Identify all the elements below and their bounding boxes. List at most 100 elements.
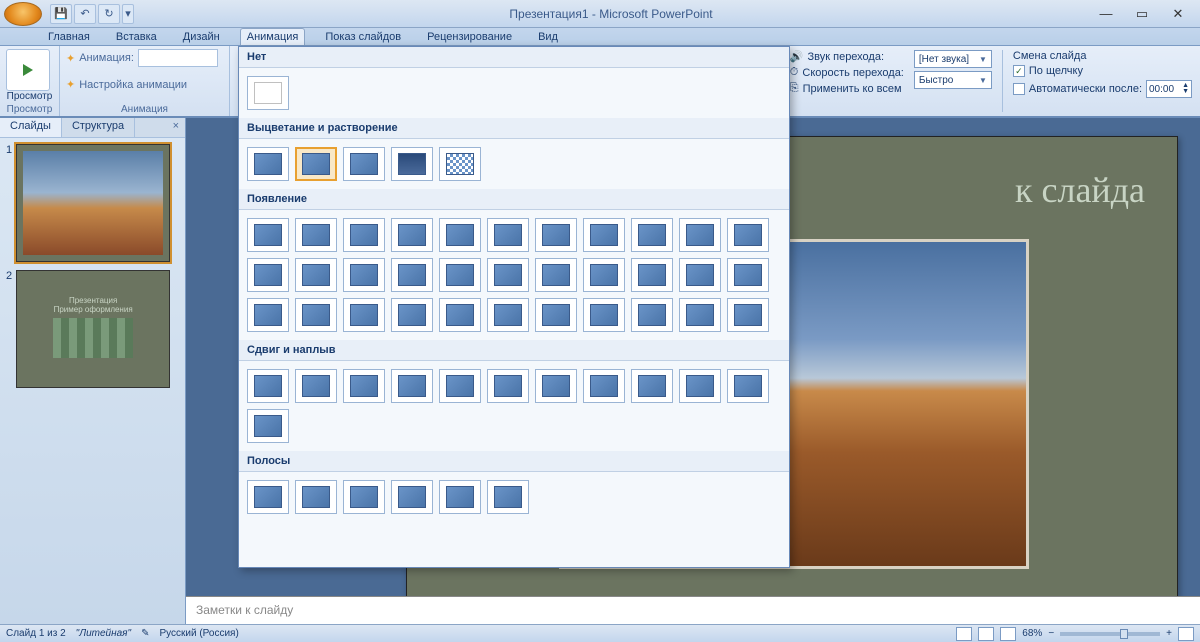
transition-item[interactable] bbox=[247, 258, 289, 292]
transition-item[interactable] bbox=[343, 369, 385, 403]
office-button[interactable] bbox=[4, 2, 42, 26]
sound-dropdown[interactable]: [Нет звука]▼ bbox=[914, 50, 992, 68]
zoom-slider[interactable] bbox=[1060, 632, 1160, 636]
transition-item[interactable] bbox=[727, 218, 769, 252]
status-language[interactable]: Русский (Россия) bbox=[159, 628, 238, 639]
pane-close-icon[interactable]: × bbox=[167, 118, 185, 137]
minimize-button[interactable]: — bbox=[1088, 3, 1124, 25]
transition-item[interactable] bbox=[631, 298, 673, 332]
transition-item[interactable] bbox=[391, 147, 433, 181]
close-button[interactable]: ✕ bbox=[1160, 3, 1196, 25]
transition-gallery-dropdown[interactable]: Нет Выцветание и растворение Появление С… bbox=[238, 46, 790, 568]
transition-item[interactable] bbox=[295, 369, 337, 403]
transition-item[interactable] bbox=[343, 218, 385, 252]
tab-animation[interactable]: Анимация bbox=[240, 28, 306, 45]
tab-home[interactable]: Главная bbox=[42, 29, 96, 45]
view-slideshow-button[interactable] bbox=[1000, 627, 1016, 641]
outline-tab[interactable]: Структура bbox=[62, 118, 135, 137]
slide-title-placeholder[interactable]: к слайда bbox=[1015, 169, 1145, 211]
speed-dropdown[interactable]: Быстро▼ bbox=[914, 71, 992, 89]
transition-item[interactable] bbox=[391, 480, 433, 514]
zoom-in-button[interactable]: + bbox=[1166, 628, 1172, 639]
transition-item[interactable] bbox=[439, 369, 481, 403]
transition-item[interactable] bbox=[583, 258, 625, 292]
transition-item[interactable] bbox=[679, 258, 721, 292]
transition-item[interactable] bbox=[439, 218, 481, 252]
transition-item[interactable] bbox=[487, 258, 529, 292]
transition-item[interactable] bbox=[439, 298, 481, 332]
transition-item[interactable] bbox=[439, 147, 481, 181]
transition-item[interactable] bbox=[247, 298, 289, 332]
transition-item[interactable] bbox=[583, 298, 625, 332]
transition-item[interactable] bbox=[535, 258, 577, 292]
transition-item[interactable] bbox=[439, 480, 481, 514]
preview-button[interactable] bbox=[6, 49, 50, 91]
transition-item[interactable] bbox=[487, 369, 529, 403]
maximize-button[interactable]: ▭ bbox=[1124, 3, 1160, 25]
transition-item[interactable] bbox=[631, 258, 673, 292]
transition-item[interactable] bbox=[583, 218, 625, 252]
transition-item[interactable] bbox=[343, 258, 385, 292]
transition-item[interactable] bbox=[247, 147, 289, 181]
auto-time-spinner[interactable]: 00:00▲▼ bbox=[1146, 80, 1192, 98]
transition-item[interactable] bbox=[727, 298, 769, 332]
slides-tab[interactable]: Слайды bbox=[0, 118, 62, 137]
transition-item[interactable] bbox=[391, 218, 433, 252]
apply-all-button[interactable]: ⎘Применить ко всем bbox=[790, 82, 904, 95]
undo-icon[interactable]: ↶ bbox=[74, 4, 96, 24]
transition-item[interactable] bbox=[247, 369, 289, 403]
slide-thumbnail-2[interactable]: 2 Презентация Пример оформления bbox=[6, 270, 179, 388]
tab-view[interactable]: Вид bbox=[532, 29, 564, 45]
transition-item[interactable] bbox=[535, 369, 577, 403]
transition-item[interactable] bbox=[679, 298, 721, 332]
qat-customize-icon[interactable]: ▾ bbox=[122, 4, 134, 24]
transition-item[interactable] bbox=[391, 258, 433, 292]
transition-item[interactable] bbox=[439, 258, 481, 292]
transition-item[interactable] bbox=[535, 218, 577, 252]
transition-item[interactable] bbox=[391, 298, 433, 332]
transition-item[interactable] bbox=[295, 298, 337, 332]
slide-thumbnail-1[interactable]: 1 bbox=[6, 144, 179, 262]
transition-item[interactable] bbox=[679, 218, 721, 252]
transition-item[interactable] bbox=[727, 258, 769, 292]
transition-item-selected[interactable] bbox=[295, 147, 337, 181]
transition-item[interactable] bbox=[343, 298, 385, 332]
transition-item[interactable] bbox=[487, 218, 529, 252]
transition-item[interactable] bbox=[535, 298, 577, 332]
tab-review[interactable]: Рецензирование bbox=[421, 29, 518, 45]
transition-item[interactable] bbox=[583, 369, 625, 403]
save-icon[interactable]: 💾 bbox=[50, 4, 72, 24]
transition-item[interactable] bbox=[487, 298, 529, 332]
notes-pane[interactable]: Заметки к слайду bbox=[186, 596, 1200, 624]
animation-dropdown[interactable] bbox=[138, 49, 218, 67]
tab-design[interactable]: Дизайн bbox=[177, 29, 226, 45]
transition-item[interactable] bbox=[247, 480, 289, 514]
transition-item[interactable] bbox=[391, 369, 433, 403]
redo-icon[interactable]: ↻ bbox=[98, 4, 120, 24]
view-normal-button[interactable] bbox=[956, 627, 972, 641]
transition-item[interactable] bbox=[295, 258, 337, 292]
transition-item[interactable] bbox=[295, 218, 337, 252]
auto-after-checkbox[interactable]: Автоматически после: 00:00▲▼ bbox=[1013, 80, 1192, 98]
tab-insert[interactable]: Вставка bbox=[110, 29, 163, 45]
custom-anim-row[interactable]: ✦ Настройка анимации bbox=[66, 78, 223, 91]
transition-item[interactable] bbox=[343, 480, 385, 514]
push-items bbox=[239, 361, 789, 451]
fit-window-button[interactable] bbox=[1178, 627, 1194, 641]
transition-none[interactable] bbox=[247, 76, 289, 110]
transition-item[interactable] bbox=[247, 218, 289, 252]
transition-item[interactable] bbox=[631, 369, 673, 403]
on-click-checkbox[interactable]: ✓По щелчку bbox=[1013, 65, 1192, 77]
transition-item[interactable] bbox=[679, 369, 721, 403]
tab-slideshow[interactable]: Показ слайдов bbox=[319, 29, 407, 45]
auto-after-label: Автоматически после: bbox=[1029, 83, 1142, 95]
transition-item[interactable] bbox=[343, 147, 385, 181]
transition-item[interactable] bbox=[247, 409, 289, 443]
transition-item[interactable] bbox=[487, 480, 529, 514]
transition-item[interactable] bbox=[631, 218, 673, 252]
view-sorter-button[interactable] bbox=[978, 627, 994, 641]
transition-item[interactable] bbox=[727, 369, 769, 403]
spell-icon[interactable]: ✎ bbox=[141, 628, 149, 639]
transition-item[interactable] bbox=[295, 480, 337, 514]
zoom-out-button[interactable]: − bbox=[1048, 628, 1054, 639]
